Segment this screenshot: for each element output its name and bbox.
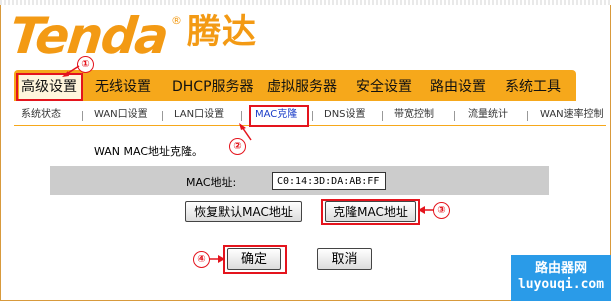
restore-default-mac-button[interactable]: 恢复默认MAC地址	[185, 201, 302, 222]
submenu-underline	[14, 125, 606, 126]
sub-traffic-stats[interactable]: 流量统计	[468, 107, 508, 123]
tenda-logo-cn: 腾达	[187, 12, 257, 52]
menu-security-settings[interactable]: 安全设置	[356, 75, 412, 99]
mac-address-input[interactable]: C0:14:3D:DA:AB:FF	[272, 172, 386, 190]
sub-system-status[interactable]: 系统状态	[21, 107, 61, 123]
highlight-box-4	[223, 245, 287, 274]
registered-mark: ®	[171, 14, 182, 27]
cancel-button[interactable]: 取消	[317, 248, 372, 270]
sub-bandwidth-control[interactable]: 带宽控制	[394, 107, 434, 123]
highlight-box-2	[249, 105, 309, 127]
mac-address-label: MAC地址:	[186, 176, 237, 189]
menu-dhcp-server[interactable]: DHCP服务器	[172, 75, 254, 99]
menu-virtual-server[interactable]: 虚拟服务器	[267, 75, 337, 99]
page-description: WAN MAC地址克隆。	[94, 145, 204, 158]
top-strip	[0, 0, 611, 5]
sub-dns-settings[interactable]: DNS设置	[324, 107, 366, 123]
sub-separator	[312, 111, 313, 121]
sub-separator	[82, 111, 83, 121]
menu-system-tools[interactable]: 系统工具	[505, 75, 561, 99]
watermark-title: 路由器网	[534, 261, 587, 276]
sub-wan-settings[interactable]: WAN口设置	[94, 107, 148, 123]
site-watermark: 路由器网 luyouqi.com	[511, 255, 611, 301]
sub-wan-rate-control[interactable]: WAN速率控制	[540, 107, 604, 123]
marker-2: ②	[229, 138, 246, 155]
sub-separator	[241, 111, 242, 121]
sub-separator	[162, 111, 163, 121]
highlight-box-3	[321, 199, 420, 225]
sub-separator	[382, 111, 383, 121]
sub-separator	[454, 111, 455, 121]
marker-4: ④	[193, 251, 210, 268]
arrow-1-icon	[62, 65, 80, 77]
watermark-url: luyouqi.com	[517, 277, 605, 292]
arrow-4-icon	[209, 255, 225, 263]
menu-routing-settings[interactable]: 路由设置	[430, 75, 486, 99]
sub-separator	[527, 111, 528, 121]
marker-3: ③	[433, 202, 450, 219]
menu-wireless-settings[interactable]: 无线设置	[95, 75, 151, 99]
sub-lan-settings[interactable]: LAN口设置	[174, 107, 224, 123]
